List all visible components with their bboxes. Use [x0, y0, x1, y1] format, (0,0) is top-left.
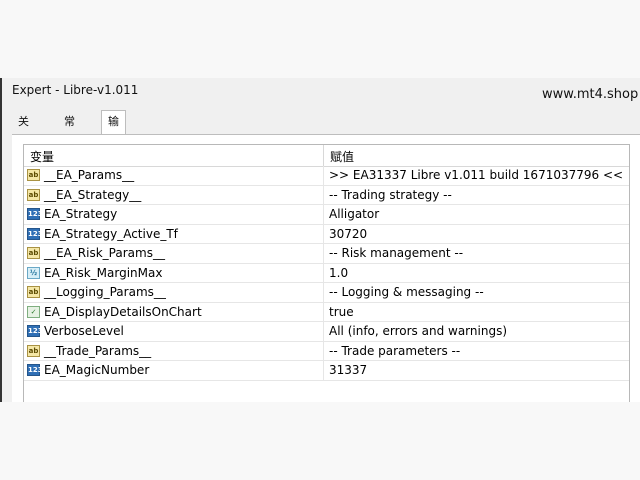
tab-about[interactable]: 关于	[12, 111, 35, 150]
string-type-icon: ab	[27, 188, 40, 201]
parameter-name: EA_MagicNumber	[44, 363, 150, 377]
tab-inputs[interactable]: 输入参数	[101, 110, 126, 194]
inputs-panel: 变量 赋值 ab __EA_Params__ >> EA31337 Libre …	[12, 134, 640, 403]
table-row[interactable]: 123 EA_Strategy_Active_Tf 30720	[24, 224, 629, 244]
parameter-value[interactable]: 1.0	[329, 266, 348, 280]
parameter-value[interactable]: 30720	[329, 227, 367, 241]
string-type-icon: ab	[27, 247, 40, 259]
bottom-background	[0, 402, 640, 480]
integer-type-icon: 123	[27, 227, 43, 240]
parameter-value[interactable]: >> EA31337 Libre v1.011 build 1671037796…	[329, 168, 623, 182]
parameter-name: __EA_Params__	[44, 168, 135, 182]
table-row[interactable]: ab __EA_Risk_Params__ -- Risk management…	[24, 244, 629, 264]
column-divider[interactable]	[323, 145, 324, 166]
dialog-title: Expert - Libre-v1.011	[12, 83, 139, 97]
column-header-value[interactable]: 赋值	[330, 148, 354, 165]
string-type-icon: ab	[27, 169, 40, 181]
parameter-name: __Logging_Params__	[44, 285, 166, 299]
column-divider	[323, 224, 324, 244]
table-row[interactable]: ab __EA_Params__ >> EA31337 Libre v1.011…	[24, 166, 629, 186]
table-row[interactable]: ab __EA_Strategy__ -- Trading strategy -…	[24, 185, 629, 205]
table-row[interactable]: ab __Trade_Params__ -- Trade parameters …	[24, 341, 629, 361]
column-divider	[323, 244, 324, 264]
string-type-icon: ab	[27, 286, 40, 298]
column-divider	[323, 361, 324, 381]
parameter-value[interactable]: -- Logging & messaging --	[329, 285, 484, 299]
table-row[interactable]: 123 EA_Strategy Alligator	[24, 205, 629, 225]
watermark-text: www.mt4.shop	[542, 87, 639, 102]
parameters-grid: 变量 赋值 ab __EA_Params__ >> EA31337 Libre …	[23, 144, 630, 403]
parameter-value[interactable]: Alligator	[329, 207, 379, 221]
column-divider	[323, 185, 324, 205]
table-row[interactable]: 123 VerboseLevel All (info, errors and w…	[24, 322, 629, 342]
column-divider	[323, 322, 324, 342]
grid-header: 变量 赋值	[24, 145, 629, 167]
grid-rows: ab __EA_Params__ >> EA31337 Libre v1.011…	[24, 166, 629, 381]
parameter-value[interactable]: -- Trade parameters --	[329, 344, 460, 358]
parameter-value[interactable]: -- Risk management --	[329, 246, 463, 260]
parameter-value[interactable]: true	[329, 305, 354, 319]
parameter-name: EA_Strategy	[44, 207, 118, 221]
integer-type-icon: 123	[27, 208, 43, 220]
column-divider	[323, 263, 324, 283]
column-divider	[323, 166, 324, 186]
parameter-name: __Trade_Params__	[44, 343, 152, 358]
top-background	[0, 0, 640, 78]
tab-common[interactable]: 常用	[58, 111, 81, 150]
parameter-name: __EA_Risk_Params__	[44, 246, 165, 260]
column-divider	[323, 341, 324, 361]
column-divider	[323, 302, 324, 322]
parameter-name: EA_Risk_MarginMax	[44, 265, 163, 280]
boolean-type-icon: ✓	[27, 305, 40, 318]
parameter-value[interactable]: All (info, errors and warnings)	[329, 324, 507, 338]
parameter-name: EA_DisplayDetailsOnChart	[44, 304, 202, 319]
parameter-value[interactable]: 31337	[329, 363, 367, 377]
column-divider	[323, 205, 324, 225]
integer-type-icon: 123	[27, 364, 43, 376]
double-type-icon: ½	[27, 266, 40, 279]
table-row[interactable]: ½ EA_Risk_MarginMax 1.0	[24, 263, 629, 283]
expert-properties-dialog: Expert - Libre-v1.011 www.mt4.shop 关于 常用…	[0, 78, 640, 403]
parameter-name: VerboseLevel	[44, 324, 124, 338]
table-row[interactable]: 123 EA_MagicNumber 31337	[24, 361, 629, 381]
table-row[interactable]: ab __Logging_Params__ -- Logging & messa…	[24, 283, 629, 303]
column-header-variable[interactable]: 变量	[30, 148, 54, 165]
integer-type-icon: 123	[27, 325, 43, 337]
parameter-name: __EA_Strategy__	[44, 187, 142, 202]
table-row[interactable]: ✓ EA_DisplayDetailsOnChart true	[24, 302, 629, 322]
parameter-name: EA_Strategy_Active_Tf	[44, 226, 178, 241]
string-type-icon: ab	[27, 344, 40, 357]
parameter-value[interactable]: -- Trading strategy --	[329, 188, 452, 202]
column-divider	[323, 283, 324, 303]
